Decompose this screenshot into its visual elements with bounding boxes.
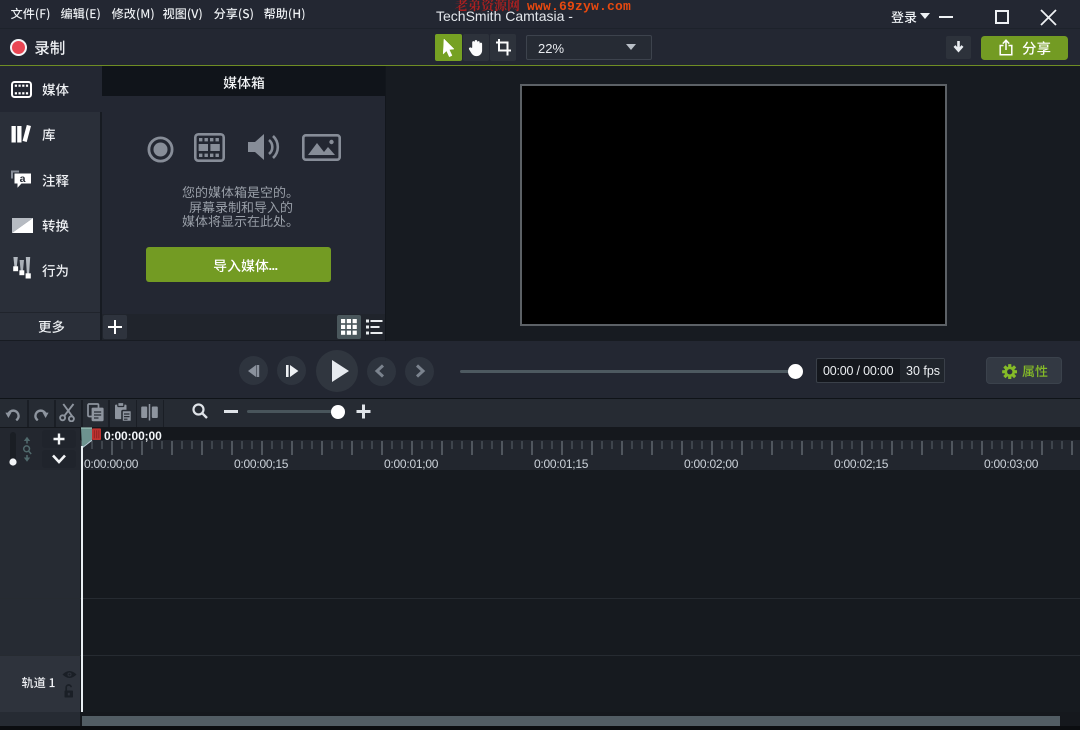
svg-text:a: a	[20, 173, 26, 185]
